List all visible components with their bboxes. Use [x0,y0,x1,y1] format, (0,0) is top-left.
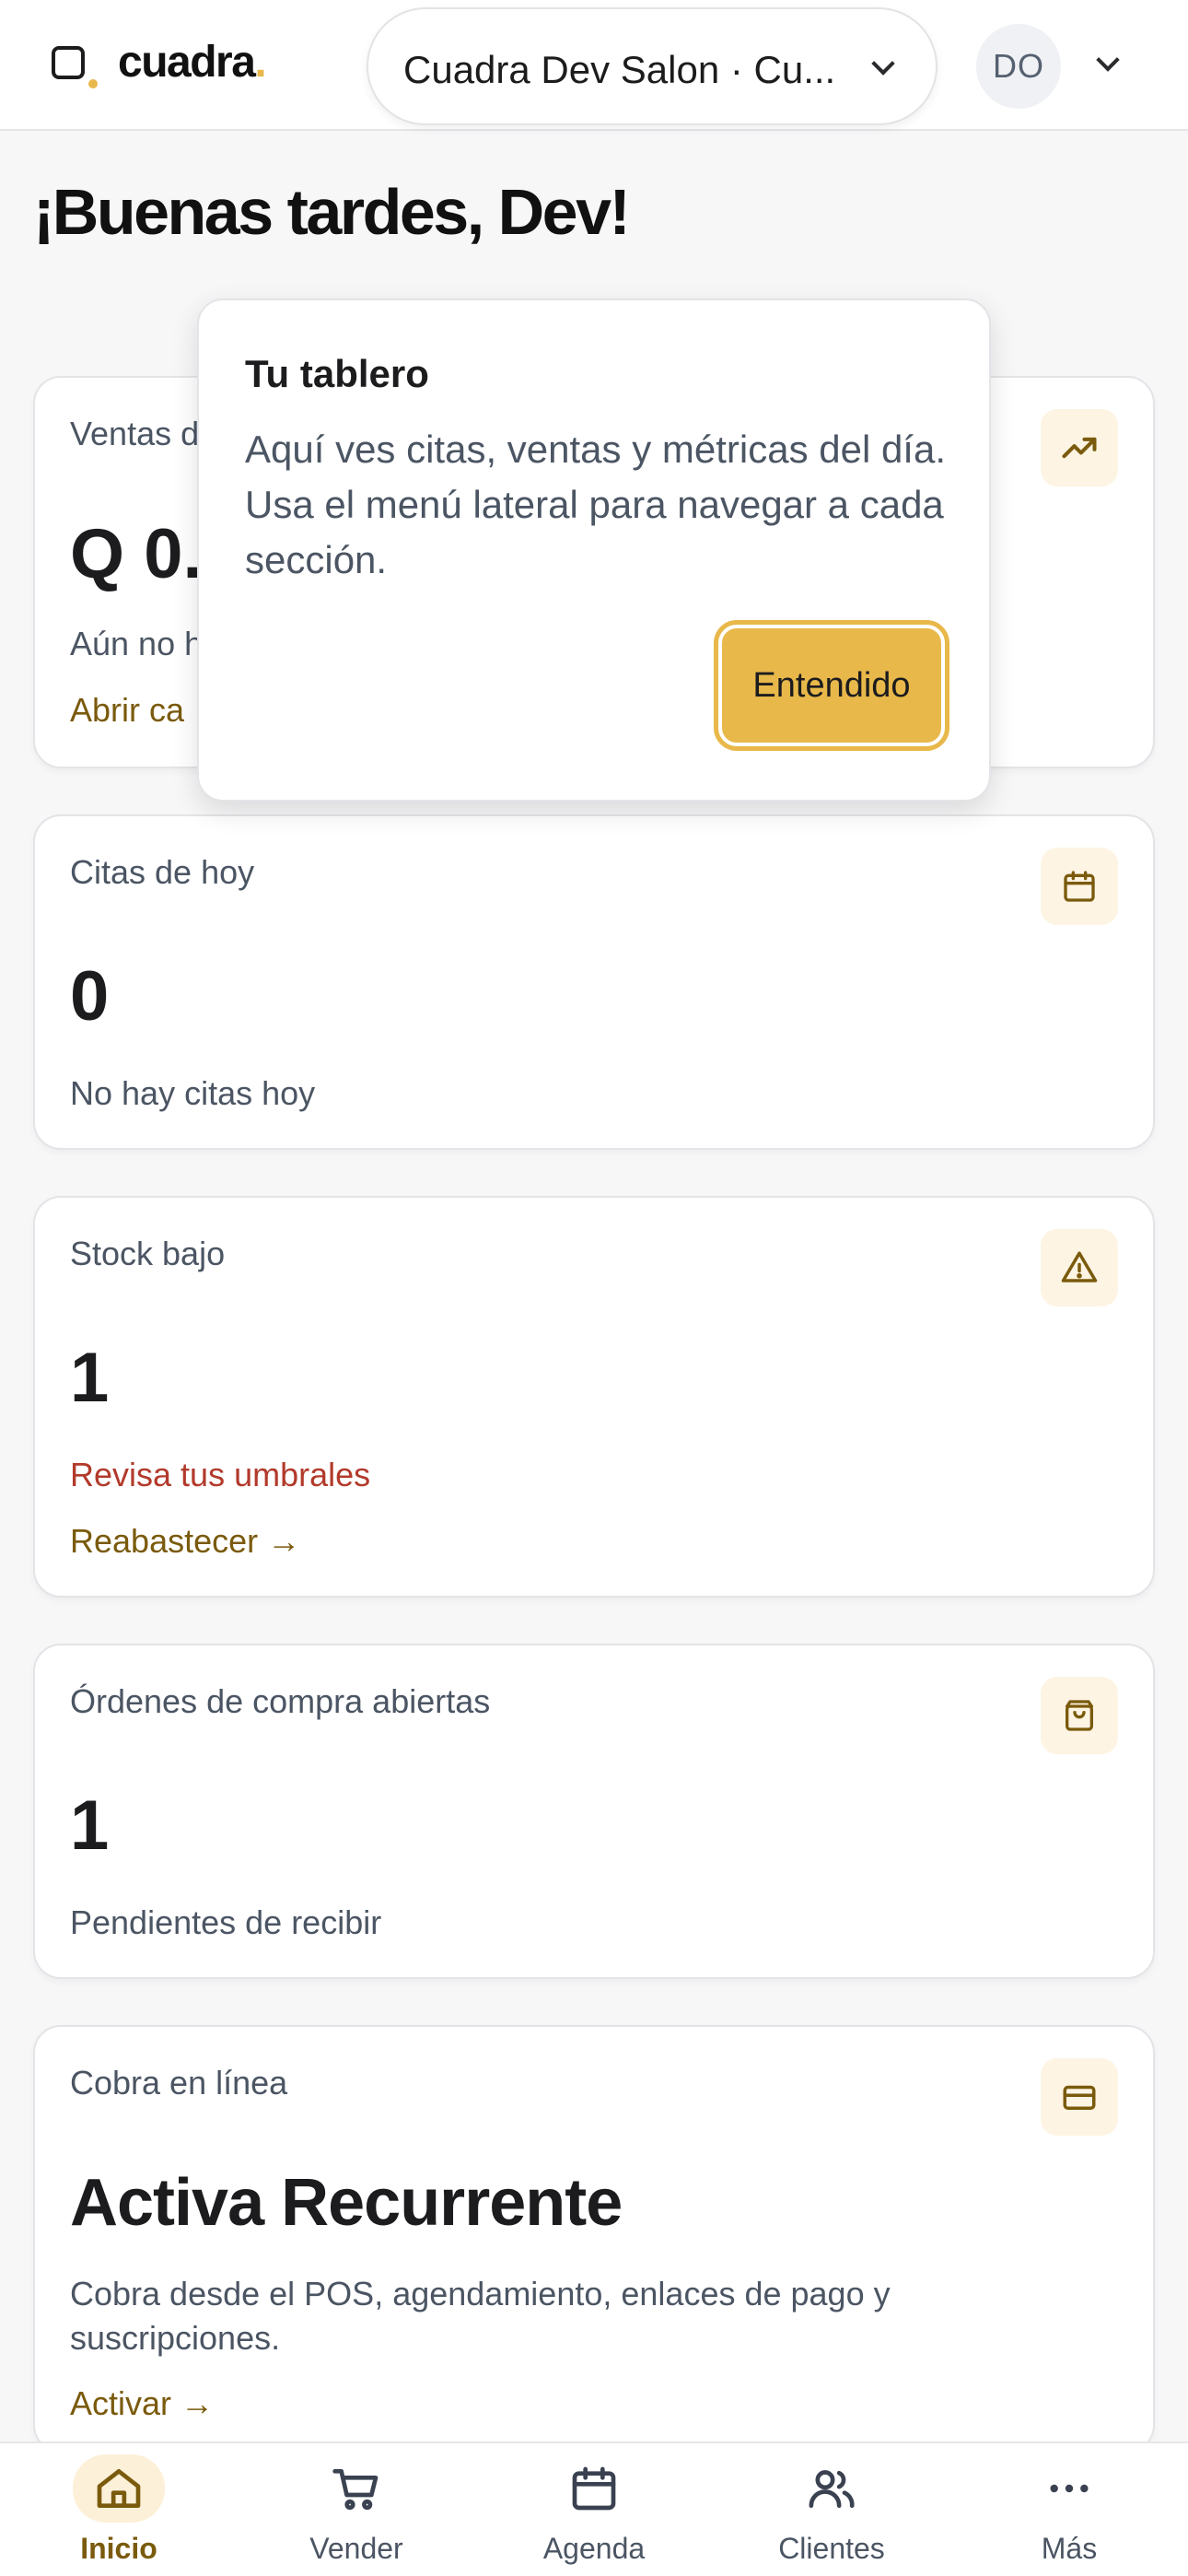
activate-link[interactable]: Activar → [70,2384,214,2423]
purchase-orders-card-title: Órdenes de compra abiertas [70,1682,491,1720]
nav-label-clientes: Clientes [778,2532,885,2565]
cuadra-logo[interactable]: cuadra. [118,37,267,88]
warning-triangle-icon [1041,1229,1118,1306]
restock-link[interactable]: Reabastecer → [70,1522,300,1561]
logo-dot-mark [88,79,98,88]
low-stock-warning: Revisa tus umbrales [70,1456,371,1493]
sales-card-title: Ventas d [70,415,200,452]
nav-item-clientes[interactable]: Clientes [713,2443,950,2576]
purchase-orders-card-subtitle: Pendientes de recibir [70,1903,382,1941]
avatar[interactable]: DO [976,24,1061,109]
nav-label-agenda: Agenda [542,2532,646,2565]
nav-item-agenda[interactable]: Agenda [475,2443,713,2576]
nav-item-vender[interactable]: Vender [238,2443,475,2576]
home-icon [73,2454,165,2523]
got-it-button[interactable]: Entendido [714,620,949,751]
shopping-bag-icon [1041,1677,1118,1754]
sidebar-toggle-icon[interactable] [52,46,85,79]
user-menu-chevron-down-icon[interactable] [1096,48,1120,72]
bottom-nav: Inicio Vender Agenda Clientes Más [0,2441,1188,2576]
online-payments-card-title: Cobra en línea [70,2064,288,2102]
nav-label-inicio: Inicio [80,2532,157,2565]
calendar-icon [548,2454,640,2523]
salon-selector-label: Cuadra Dev Salon · Cu... [403,48,836,91]
nav-item-inicio[interactable]: Inicio [0,2443,238,2576]
nav-label-vender: Vender [309,2532,403,2565]
purchase-orders-card: Órdenes de compra abiertas 1 Pendientes … [33,1644,1155,1979]
sales-card-value: Q 0. [70,515,203,593]
trending-up-icon [1041,409,1118,486]
appointments-card-title: Citas de hoy [70,853,255,891]
appointments-card-value: 0 [70,957,110,1036]
appointments-card-subtitle: No hay citas hoy [70,1074,316,1112]
nav-label-mas: Más [1041,2532,1098,2565]
sales-card-subtitle: Aún no h [70,625,204,662]
low-stock-card: Stock bajo 1 Revisa tus umbrales Reabast… [33,1196,1155,1598]
popover-body: Aquí ves citas, ventas y métricas del dí… [245,427,947,581]
online-payments-card-value: Activa Recurrente [70,2166,623,2240]
logo-dot: . [254,38,266,87]
low-stock-card-value: 1 [70,1339,110,1417]
open-register-link[interactable]: Abrir ca [70,691,184,730]
page-title: ¡Buenas tardes, Dev! [33,176,631,248]
calendar-icon [1041,848,1118,925]
credit-card-icon [1041,2058,1118,2136]
nav-item-mas[interactable]: Más [950,2443,1188,2576]
cart-icon [310,2454,402,2523]
salon-selector[interactable]: Cuadra Dev Salon · Cu... [367,7,938,125]
online-payments-card-subtitle: Cobra desde el POS, agendamiento, enlace… [70,2275,891,2357]
dashboard-tour-popover: Tu tablero Aquí ves citas, ventas y métr… [197,299,991,802]
popover-title: Tu tablero [245,352,429,395]
appointments-card: Citas de hoy 0 No hay citas hoy [33,814,1155,1150]
logo-text: cuadra [118,38,256,87]
purchase-orders-card-value: 1 [70,1786,110,1865]
online-payments-card: Cobra en línea Activa Recurrente Cobra d… [33,2025,1155,2453]
top-header: cuadra. Cuadra Dev Salon · Cu... DO [0,0,1188,131]
more-icon [1023,2454,1115,2523]
chevron-down-icon [871,52,895,76]
low-stock-card-title: Stock bajo [70,1235,226,1272]
users-icon [786,2454,878,2523]
